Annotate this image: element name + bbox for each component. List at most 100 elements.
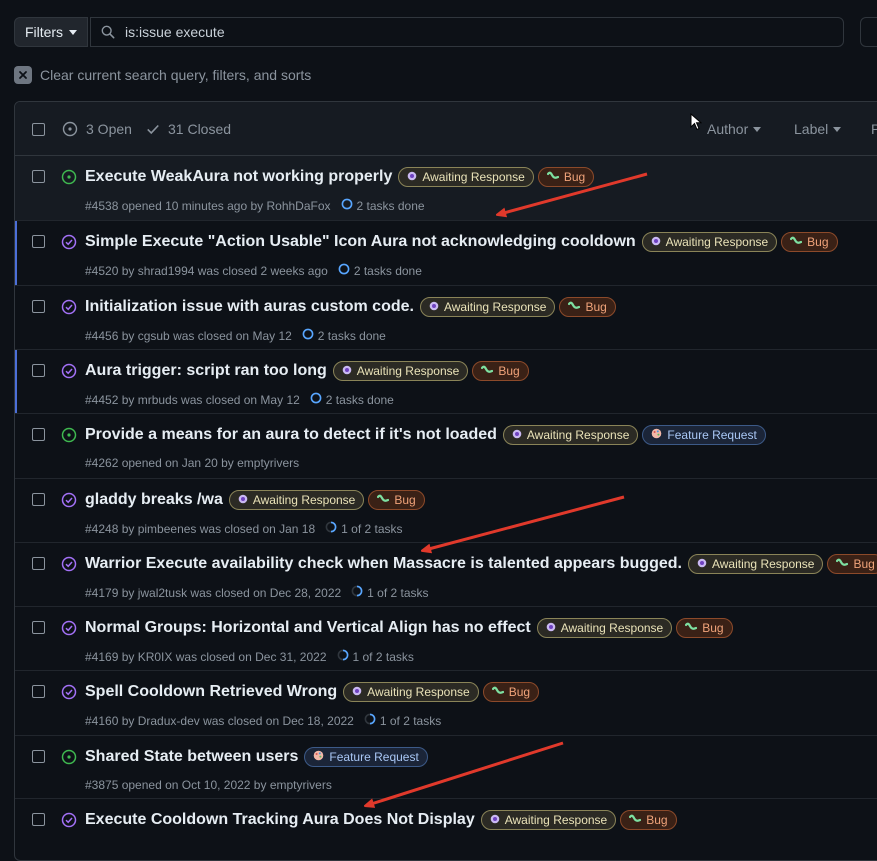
issue-closed-icon: [61, 556, 77, 577]
label-awaiting-response[interactable]: Awaiting Response: [687, 554, 824, 574]
issue-checkbox[interactable]: [32, 170, 45, 183]
open-filter[interactable]: 3 Open: [62, 121, 132, 137]
issue-checkbox[interactable]: [32, 813, 45, 826]
bug-icon: [481, 364, 494, 378]
issue-closed-icon: [61, 812, 77, 833]
issue-row[interactable]: Simple Execute "Action Usable" Icon Aura…: [15, 221, 877, 286]
label-bug[interactable]: Bug: [620, 810, 677, 830]
bug-icon: [836, 557, 849, 571]
awaiting-icon: [697, 557, 707, 571]
bug-icon: [377, 493, 390, 507]
palette-icon: [651, 428, 662, 442]
issue-title-link[interactable]: Simple Execute "Action Usable" Icon Aura…: [85, 233, 636, 251]
label-bug[interactable]: Bug: [537, 167, 595, 187]
issue-meta: #4452 by mrbuds was closed on May 12 2 ta…: [85, 392, 394, 407]
issue-checkbox[interactable]: [32, 364, 45, 377]
label-bug[interactable]: Bug: [368, 490, 425, 510]
awaiting-icon: [490, 813, 500, 827]
issue-title-line: Initialization issue with auras custom c…: [85, 297, 616, 317]
issue-list: 3 Open 31 Closed Author Label P Execute …: [14, 101, 877, 861]
bug-icon: [568, 300, 581, 314]
issue-title-link[interactable]: Execute WeakAura not working properly: [85, 168, 392, 186]
issue-meta-text: #3875 opened on Oct 10, 2022 by emptyriv…: [85, 778, 332, 792]
issue-meta-text: #4169 by KR0IX was closed on Dec 31, 202…: [85, 649, 327, 664]
issue-title-link[interactable]: Aura trigger: script ran too long: [85, 362, 327, 380]
label-label: Label: [794, 121, 829, 137]
label-awaiting-response[interactable]: Awaiting Response: [228, 490, 365, 510]
issue-title-link[interactable]: Shared State between users: [85, 748, 298, 766]
issue-title-link[interactable]: Normal Groups: Horizontal and Vertical A…: [85, 619, 531, 637]
issue-row[interactable]: Provide a means for an aura to detect if…: [15, 414, 877, 479]
issue-row[interactable]: Spell Cooldown Retrieved Wrong Awaiting R…: [15, 671, 877, 736]
issue-checkbox[interactable]: [32, 493, 45, 506]
issue-meta: #4520 by shrad1994 was closed 2 weeks ag…: [85, 263, 422, 278]
label-bug[interactable]: Bug: [827, 554, 877, 574]
issue-meta-text: #4248 by pimbeenes was closed on Jan 18: [85, 521, 316, 536]
author-filter[interactable]: Author: [707, 121, 762, 137]
issue-checkbox[interactable]: [32, 750, 45, 763]
issue-meta: #4248 by pimbeenes was closed on Jan 18 1…: [85, 521, 403, 536]
issue-row[interactable]: Execute WeakAura not working properly Awa…: [15, 156, 877, 221]
issue-title-link[interactable]: gladdy breaks /wa: [85, 491, 223, 509]
search-bar[interactable]: [90, 17, 844, 47]
issue-title-line: Warrior Execute availability check when …: [85, 554, 877, 574]
label-bug[interactable]: Bug: [676, 618, 733, 638]
issue-meta-text: #4520 by shrad1994 was closed 2 weeks ag…: [85, 263, 328, 278]
label-awaiting-response[interactable]: Awaiting Response: [398, 167, 534, 187]
mouse-cursor-icon: [690, 113, 702, 131]
issue-title-link[interactable]: Warrior Execute availability check when …: [85, 555, 682, 573]
issue-row[interactable]: Execute Cooldown Tracking Aura Does Not …: [15, 799, 877, 860]
label-awaiting-response[interactable]: Awaiting Response: [502, 425, 639, 445]
issue-row[interactable]: Warrior Execute availability check when …: [15, 543, 877, 607]
label-awaiting-response[interactable]: Awaiting Response: [332, 361, 469, 381]
issue-row[interactable]: Shared State between users Feature Reques…: [15, 736, 877, 799]
label-awaiting-response[interactable]: Awaiting Response: [536, 618, 673, 638]
awaiting-icon: [238, 493, 248, 507]
label-bug[interactable]: Bug: [559, 297, 616, 317]
issue-checkbox[interactable]: [32, 428, 45, 441]
issue-checkbox[interactable]: [32, 685, 45, 698]
label-bug[interactable]: Bug: [482, 682, 540, 702]
issue-title-link[interactable]: Provide a means for an aura to detect if…: [85, 426, 497, 444]
toolbar-button[interactable]: [860, 17, 877, 47]
label-awaiting-response[interactable]: Awaiting Response: [480, 810, 617, 830]
issue-row[interactable]: Normal Groups: Horizontal and Vertical A…: [15, 607, 877, 671]
issue-title-link[interactable]: Spell Cooldown Retrieved Wrong: [85, 683, 337, 701]
issue-rows: Execute WeakAura not working properly Awa…: [15, 156, 877, 860]
chevron-down-icon: [833, 126, 842, 132]
issue-title-line: Simple Execute "Action Usable" Icon Aura…: [85, 232, 838, 252]
open-count: 3 Open: [86, 121, 132, 137]
issue-row[interactable]: gladdy breaks /wa Awaiting Response Bug #42…: [15, 479, 877, 543]
issue-checkbox[interactable]: [32, 621, 45, 634]
row-highlight-bar: [15, 221, 17, 285]
issue-closed-icon: [61, 234, 77, 255]
bug-icon: [491, 685, 504, 699]
label-bug[interactable]: Bug: [472, 361, 529, 381]
issue-title-line: Shared State between users Feature Reques…: [85, 747, 428, 767]
close-icon[interactable]: [14, 66, 32, 84]
label-filter[interactable]: Label: [794, 121, 842, 137]
select-all-checkbox[interactable]: [32, 123, 45, 136]
label-awaiting-response[interactable]: Awaiting Response: [343, 682, 479, 702]
task-progress: 1 of 2 tasks: [351, 585, 429, 600]
issue-checkbox[interactable]: [32, 557, 45, 570]
label-bug[interactable]: Bug: [781, 232, 838, 252]
filters-button[interactable]: Filters: [14, 17, 88, 47]
closed-filter[interactable]: 31 Closed: [146, 121, 231, 137]
issue-title-link[interactable]: Execute Cooldown Tracking Aura Does Not …: [85, 811, 475, 829]
label-awaiting-response[interactable]: Awaiting Response: [419, 297, 556, 317]
projects-filter[interactable]: P: [871, 121, 877, 137]
issue-checkbox[interactable]: [32, 300, 45, 313]
issue-checkbox[interactable]: [32, 235, 45, 248]
label-feature-request[interactable]: Feature Request: [304, 747, 428, 767]
issue-closed-icon: [61, 492, 77, 513]
label-awaiting-response[interactable]: Awaiting Response: [641, 232, 778, 252]
label-feature-request[interactable]: Feature Request: [642, 425, 766, 445]
issue-closed-icon: [61, 620, 77, 641]
issue-title-link[interactable]: Initialization issue with auras custom c…: [85, 298, 414, 316]
search-input[interactable]: [125, 24, 765, 40]
task-complete-icon: [302, 328, 314, 343]
clear-search-link[interactable]: Clear current search query, filters, and…: [14, 66, 311, 84]
issue-row[interactable]: Aura trigger: script ran too long Awaitin…: [15, 350, 877, 414]
issue-row[interactable]: Initialization issue with auras custom c…: [15, 286, 877, 350]
